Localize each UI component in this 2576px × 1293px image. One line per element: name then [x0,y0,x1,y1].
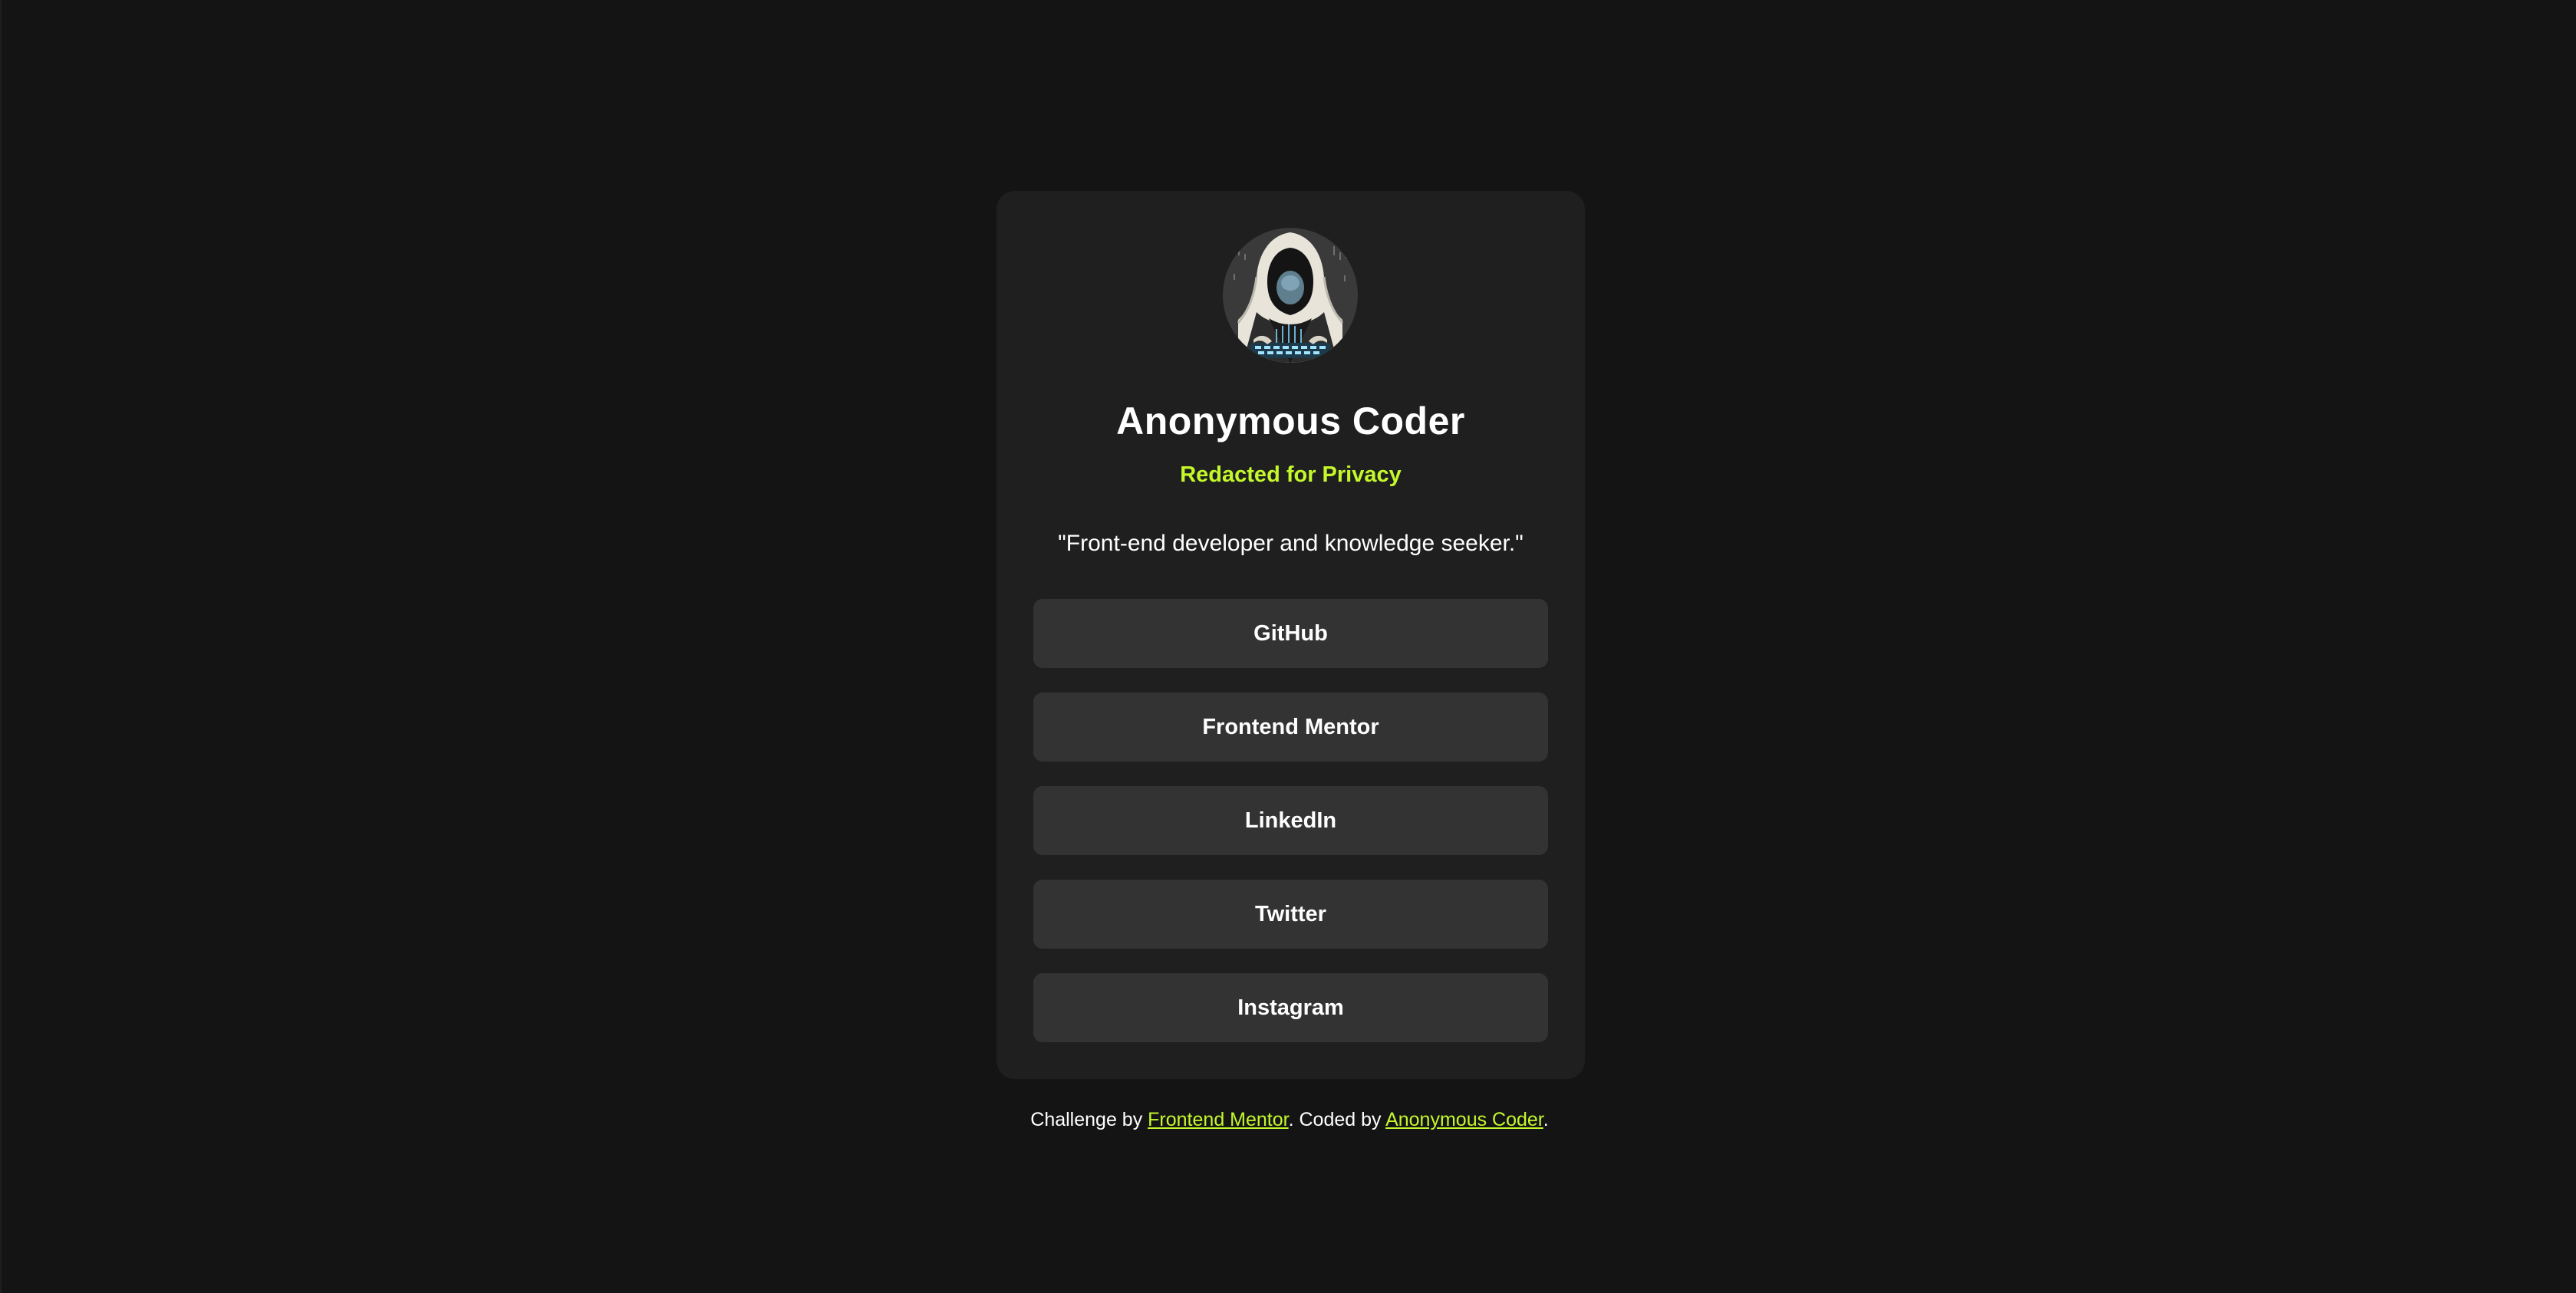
footer-prefix: Challenge by [1030,1109,1148,1130]
social-links-list: GitHub Frontend Mentor LinkedIn Twitter … [1033,599,1548,1067]
footer-middle: . Coded by [1288,1109,1386,1130]
list-item: GitHub [1033,599,1548,668]
list-item: LinkedIn [1033,786,1548,855]
frontend-mentor-footer-link[interactable]: Frontend Mentor [1148,1109,1288,1130]
profile-card: Anonymous Coder Redacted for Privacy "Fr… [996,191,1585,1079]
list-item: Twitter [1033,880,1548,949]
hooded-figure-icon [1223,228,1358,363]
list-item: Instagram [1033,973,1548,1042]
linkedin-link-button[interactable]: LinkedIn [1033,786,1548,855]
author-footer-link[interactable]: Anonymous Coder [1385,1109,1543,1130]
avatar [1223,228,1358,363]
github-link-button[interactable]: GitHub [1033,599,1548,668]
footer-suffix: . [1543,1109,1549,1130]
frontend-mentor-link-button[interactable]: Frontend Mentor [1033,693,1548,762]
profile-name: Anonymous Coder [1116,400,1465,443]
twitter-link-button[interactable]: Twitter [1033,880,1548,949]
instagram-link-button[interactable]: Instagram [1033,973,1548,1042]
profile-location: Redacted for Privacy [1180,462,1402,487]
attribution-footer: Challenge by Frontend Mentor. Coded by A… [2,1107,2576,1133]
list-item: Frontend Mentor [1033,693,1548,762]
profile-bio: "Front-end developer and knowledge seeke… [1058,531,1524,556]
